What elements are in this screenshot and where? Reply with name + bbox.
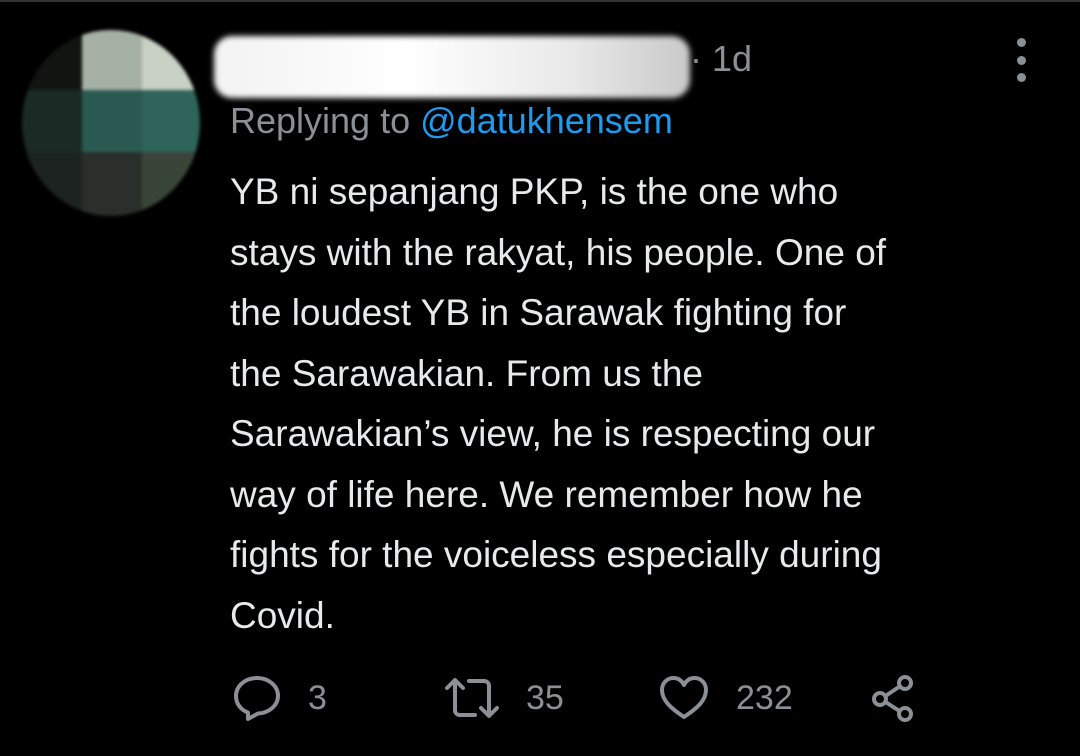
avatar[interactable] xyxy=(22,30,200,216)
share-button[interactable] xyxy=(870,670,918,726)
like-button[interactable]: 232 xyxy=(658,670,793,726)
top-divider xyxy=(0,0,1080,2)
tweet-actions: 3 35 232 xyxy=(232,670,932,726)
more-dot xyxy=(1016,55,1026,65)
tweet-text-line: fights for the voiceless especially duri… xyxy=(230,534,882,575)
avatar-pixel xyxy=(22,30,82,90)
avatar-pixel xyxy=(142,90,200,152)
redacted-display-name xyxy=(214,36,690,98)
mention-link[interactable]: @datukhensem xyxy=(420,100,673,141)
avatar-pixel xyxy=(82,30,142,90)
avatar-pixel xyxy=(82,90,142,152)
reply-count: 3 xyxy=(308,678,327,717)
like-count: 232 xyxy=(736,678,793,717)
reply-button[interactable]: 3 xyxy=(232,670,327,726)
reply-icon xyxy=(234,676,280,721)
tweet-text-line: stays with the rakyat, his people. One o… xyxy=(230,231,887,273)
share-icon xyxy=(872,675,913,722)
tweet-timestamp[interactable]: · 1d xyxy=(690,38,752,80)
avatar-pixel xyxy=(142,152,200,216)
avatar-pixel xyxy=(82,152,142,216)
heart-icon xyxy=(660,676,708,719)
tweet-text: YB ni sepanjang PKP, is the one who stay… xyxy=(230,162,1050,646)
retweet-button[interactable]: 35 xyxy=(444,670,564,726)
retweet-count: 35 xyxy=(526,678,564,717)
replying-to: Replying to @datukhensem xyxy=(230,100,673,142)
tweet-text-line: Sarawakian’s view, he is respecting our xyxy=(230,413,876,454)
more-options-icon[interactable] xyxy=(1008,38,1034,82)
replying-to-label: Replying to xyxy=(230,100,411,141)
avatar-pixel xyxy=(142,30,200,90)
avatar-pixel xyxy=(22,90,82,152)
tweet-text-line: Covid. xyxy=(230,594,335,636)
avatar-pixel xyxy=(22,152,82,216)
tweet-text-line: the Sarawakian. From us the xyxy=(230,352,703,394)
more-dot xyxy=(1016,38,1026,47)
tweet-text-line: the loudest YB in Sarawak fighting for xyxy=(230,292,847,333)
retweet-icon xyxy=(445,678,499,718)
more-dot xyxy=(1016,73,1026,82)
tweet-text-line: way of life here. We remember how he xyxy=(230,473,863,515)
tweet-text-line: YB ni sepanjang PKP, is the one who xyxy=(230,171,839,212)
